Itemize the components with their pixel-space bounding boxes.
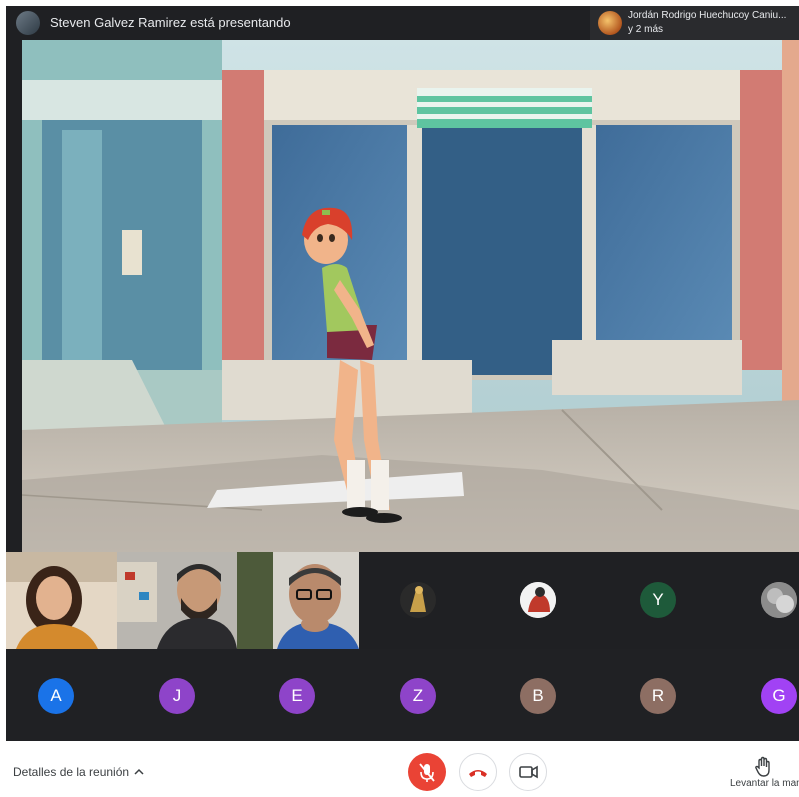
avatar-letter: J xyxy=(172,686,182,705)
participant-camera-3[interactable] xyxy=(237,552,359,649)
chevron-up-icon[interactable] xyxy=(133,767,145,777)
presenter-avatar xyxy=(16,11,40,35)
avatar-letter: R xyxy=(651,686,665,705)
participant-avatar-g[interactable]: G xyxy=(761,678,797,714)
participant-strip-top: Y xyxy=(6,552,799,649)
presenting-label: Steven Galvez Ramirez está presentando xyxy=(50,15,291,30)
avatar-letter: A xyxy=(50,686,62,705)
participant-avatar-z[interactable]: Z xyxy=(400,678,436,714)
participant-avatar-e[interactable]: E xyxy=(279,678,315,714)
participant-avatar-r[interactable]: R xyxy=(640,678,676,714)
participant-avatar-y[interactable]: Y xyxy=(640,582,676,618)
speaker-more-count: y 2 más xyxy=(628,24,664,35)
avatar-letter: G xyxy=(772,686,786,705)
raise-hand-icon[interactable] xyxy=(752,756,774,778)
meeting-controls: Detalles de la reunión Levantar la mano xyxy=(0,741,799,797)
webcam-man-beard xyxy=(117,552,237,649)
raise-hand-label: Levantar la mano xyxy=(730,778,799,789)
webcam-woman xyxy=(6,552,117,649)
golden-figure-icon[interactable] xyxy=(400,582,436,618)
shared-screen xyxy=(22,40,799,552)
microphone-toggle-button[interactable] xyxy=(408,753,446,791)
participant-camera-1[interactable] xyxy=(6,552,117,649)
avatar-letter: Y xyxy=(652,590,664,609)
camera-toggle-button[interactable] xyxy=(509,753,547,791)
speaker-avatar xyxy=(598,11,622,35)
mic-off-icon xyxy=(419,763,435,782)
webcam-man-glasses xyxy=(237,552,359,649)
leave-call-button[interactable] xyxy=(459,753,497,791)
hang-up-icon xyxy=(469,770,487,777)
animated-film-frame xyxy=(22,40,799,552)
speaker-name: Jordán Rodrigo Huechucoy Caniu... xyxy=(628,10,787,21)
participant-avatar-j[interactable]: J xyxy=(159,678,195,714)
participant-strip-bottom: A J E Z B R G xyxy=(6,649,799,741)
meeting-details-button[interactable]: Detalles de la reunión xyxy=(13,765,129,779)
video-camera-icon xyxy=(519,765,538,779)
participant-avatar-a[interactable]: A xyxy=(38,678,74,714)
avatar-letter: B xyxy=(532,686,544,705)
active-speaker-tile[interactable]: Jordán Rodrigo Huechucoy Caniu... y 2 má… xyxy=(590,6,799,40)
presentation-stage[interactable] xyxy=(6,40,799,552)
participant-avatar-b[interactable]: B xyxy=(520,678,556,714)
avatar-letter: Z xyxy=(412,686,424,705)
presenter-bar: Steven Galvez Ramirez está presentando J… xyxy=(6,6,799,40)
avatar-letter: E xyxy=(291,686,303,705)
red-figure-icon[interactable] xyxy=(520,582,556,618)
gray-photo-icon[interactable] xyxy=(761,582,797,618)
participant-camera-2[interactable] xyxy=(117,552,237,649)
